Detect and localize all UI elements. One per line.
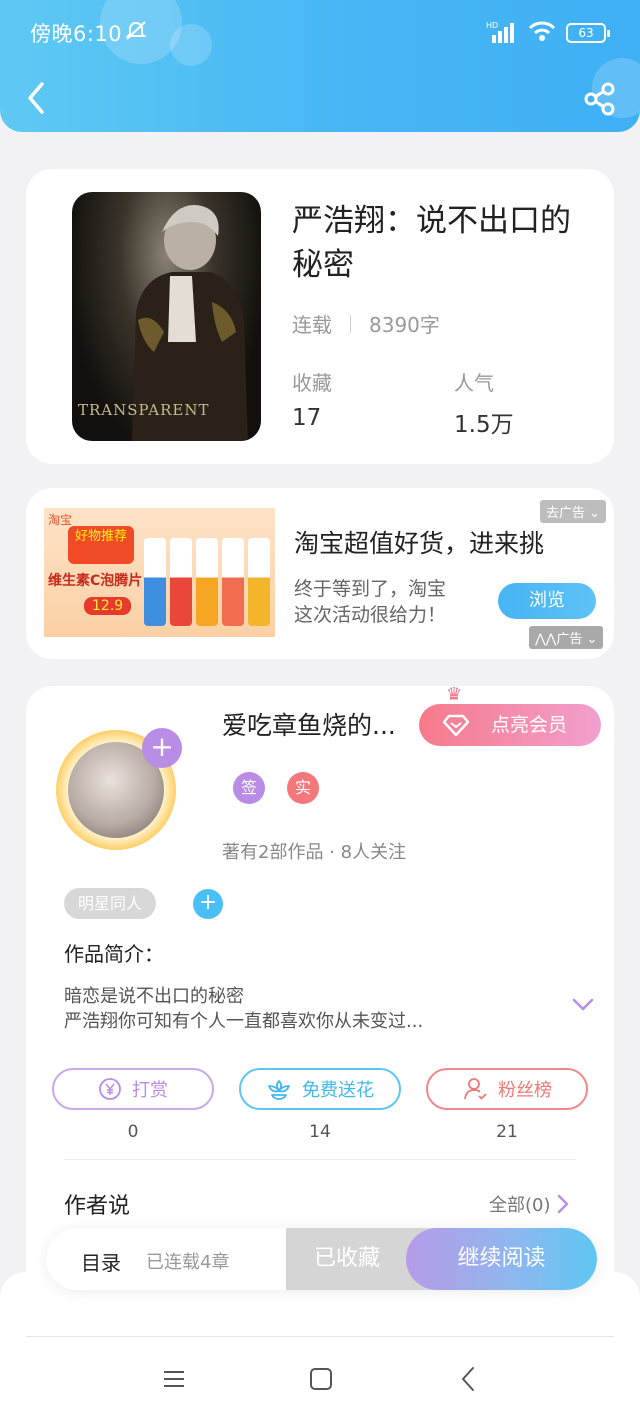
- send-flower-label: 免费送花: [302, 1080, 374, 1101]
- user-icon: [464, 1078, 487, 1100]
- ad-image-price: 12.9: [84, 597, 132, 615]
- network-type: HD: [486, 21, 499, 30]
- author-name[interactable]: 爱吃章鱼烧的...: [222, 706, 396, 742]
- ad-image-tag: 好物推荐: [68, 526, 134, 564]
- ad-label: 广告: [556, 632, 583, 647]
- share-button[interactable]: [584, 82, 616, 116]
- tip-label: 打赏: [132, 1080, 168, 1101]
- diamond-icon: [443, 714, 469, 736]
- intro-line: 暗恋是说不出口的秘密: [64, 986, 244, 1007]
- ad-image-brand: 淘宝: [48, 513, 73, 527]
- book-info-card: TRANSPARENT 严浩翔：说不出口的秘密 连载 8390字 收藏 17 人…: [26, 169, 614, 464]
- send-flower-button[interactable]: 免费送花: [239, 1068, 401, 1110]
- follow-author-button[interactable]: +: [142, 728, 182, 768]
- yuan-coin-icon: [99, 1078, 121, 1100]
- book-cover[interactable]: TRANSPARENT: [72, 192, 261, 441]
- mute-icon: [124, 20, 148, 46]
- chevron-down-icon: ⌄: [586, 632, 598, 647]
- intro-line: 严浩翔你可知有个人一直都喜欢你从未变过...: [64, 1011, 424, 1032]
- word-count: 8390字: [369, 313, 440, 337]
- cover-text: TRANSPARENT: [78, 401, 210, 419]
- chevron-left-icon: [28, 82, 44, 114]
- system-nav-bar: [0, 1272, 640, 1422]
- chevron-down-icon: ⌄: [589, 506, 600, 521]
- chevron-left-icon: [462, 1367, 474, 1391]
- book-title: 严浩翔：说不出口的秘密: [292, 203, 571, 283]
- intro-text: 暗恋是说不出口的秘密 严浩翔你可知有个人一直都喜欢你从未变过...: [64, 984, 534, 1034]
- remove-ad-label: 去广告: [545, 506, 585, 521]
- ad-description: 终于等到了，淘宝这次活动很给力！: [294, 578, 447, 626]
- product-tube: [170, 538, 192, 626]
- book-meta: 连载 8390字: [292, 309, 440, 338]
- ad-image-product: 维生素C泡腾片: [48, 573, 143, 589]
- fans-count: 21: [496, 1122, 518, 1142]
- chevron-down-icon[interactable]: [572, 998, 594, 1012]
- popularity-label: 人气: [454, 371, 494, 395]
- author-stats: 著有2部作品 · 8人关注: [222, 842, 407, 863]
- genre-tag[interactable]: 明星同人: [64, 888, 157, 919]
- continue-reading-button[interactable]: 继续阅读: [406, 1228, 597, 1290]
- product-tube: [144, 538, 166, 626]
- ad-label-badge[interactable]: ⋀⋀广告 ⌄: [529, 626, 604, 649]
- fans-ranking-button[interactable]: 粉丝榜: [426, 1068, 588, 1110]
- meta-divider: [350, 314, 351, 333]
- tip-count: 0: [127, 1122, 139, 1142]
- intro-label: 作品简介：: [64, 942, 164, 966]
- back-nav-button[interactable]: [454, 1364, 484, 1394]
- add-tag-button[interactable]: +: [193, 889, 223, 919]
- author-card: + 爱吃章鱼烧的... ♛ 点亮会员 签 实 著有2部作品 · 8人关注 明星同…: [26, 684, 614, 1306]
- chevron-right-icon: [557, 1194, 568, 1214]
- battery-icon: 63: [566, 23, 610, 43]
- status-time: 傍晚6:10: [30, 22, 123, 46]
- ad-card[interactable]: 淘宝 好物推荐 维生素C泡腾片 12.9 去广告 ⌄ 淘宝超值好货，进来挑 终于…: [26, 488, 614, 659]
- product-tube: [248, 538, 270, 626]
- ad-browse-button[interactable]: 浏览: [498, 583, 596, 619]
- favorites-label: 收藏: [292, 371, 332, 395]
- sign-badge: 签: [233, 772, 265, 804]
- divider: [64, 1159, 576, 1160]
- popularity-value: 1.5万: [454, 412, 514, 438]
- divider: [26, 1336, 614, 1337]
- flower-icon: [268, 1080, 290, 1100]
- verified-badge: 实: [287, 772, 319, 804]
- ad-title: 淘宝超值好货，进来挑: [294, 529, 545, 558]
- view-all-label: 全部(0): [489, 1195, 551, 1216]
- home-square-icon: [310, 1368, 332, 1390]
- status-icons: HD 63: [486, 20, 610, 46]
- remove-ad-button[interactable]: 去广告 ⌄: [539, 500, 606, 523]
- product-tube: [222, 538, 244, 626]
- bottom-action-bar: 目录 已连载4章 已收藏 继续阅读: [46, 1228, 597, 1290]
- signal-icon: HD: [486, 21, 518, 43]
- author-says-heading: 作者说: [64, 1194, 131, 1219]
- chapter-count: 已连载4章: [146, 1252, 230, 1273]
- ad-logo-icon: ⋀⋀: [535, 632, 557, 647]
- share-icon: [584, 82, 615, 116]
- vip-label: 点亮会员: [491, 714, 568, 736]
- back-button[interactable]: [22, 80, 54, 116]
- menu-icon: [164, 1371, 184, 1387]
- wifi-icon: [528, 20, 556, 46]
- header-bubble-decoration: [170, 24, 212, 66]
- table-of-contents-button[interactable]: 目录: [81, 1247, 121, 1276]
- flower-count: 14: [309, 1122, 331, 1142]
- menu-nav-button[interactable]: [159, 1364, 189, 1394]
- ad-image[interactable]: 淘宝 好物推荐 维生素C泡腾片 12.9: [44, 508, 275, 637]
- crown-icon: ♛: [446, 684, 463, 705]
- home-nav-button[interactable]: [306, 1364, 336, 1394]
- view-all-button[interactable]: 全部(0): [489, 1191, 569, 1217]
- favorites-value: 17: [292, 405, 322, 431]
- tip-button[interactable]: 打赏: [52, 1068, 214, 1110]
- product-tube: [196, 538, 218, 626]
- header: 傍晚6:10 HD 63: [0, 0, 640, 132]
- fans-ranking-label: 粉丝榜: [498, 1080, 552, 1101]
- book-status: 连载: [292, 313, 332, 337]
